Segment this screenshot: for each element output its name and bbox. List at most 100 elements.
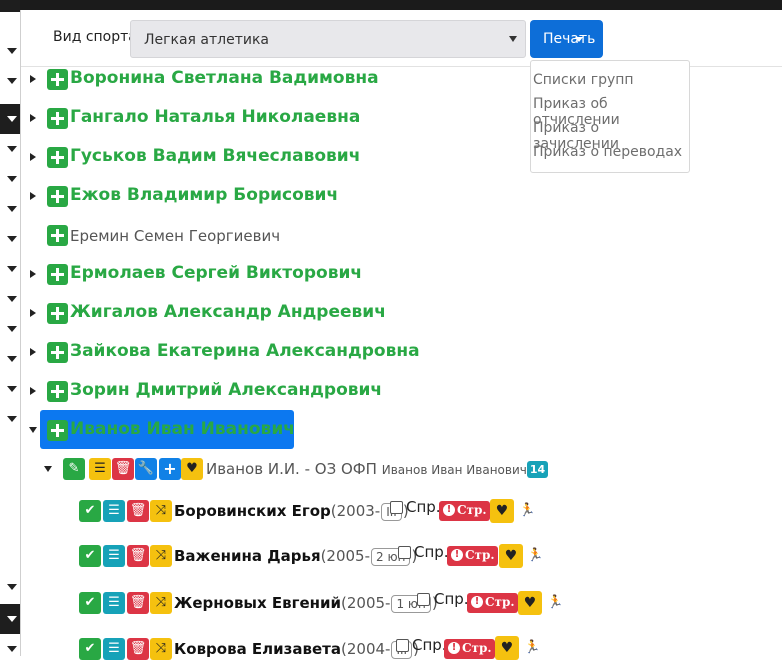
- rail-chevron-icon[interactable]: [7, 356, 17, 362]
- sport-select[interactable]: Легкая атлетика: [130, 20, 526, 58]
- strahovka-badge[interactable]: ! Стр.: [467, 593, 518, 613]
- runner-icon[interactable]: 🏃: [547, 595, 563, 610]
- rail-chevron-icon[interactable]: [7, 48, 17, 54]
- health-button[interactable]: ♥: [181, 458, 203, 480]
- person-name[interactable]: Еремин Семен Георгиевич: [70, 227, 280, 245]
- student-name[interactable]: Жерновых Евгений: [174, 594, 341, 612]
- caret-right-icon[interactable]: [30, 114, 36, 122]
- spr-checkbox[interactable]: [390, 501, 403, 514]
- transfer-button[interactable]: ⤨: [150, 638, 172, 660]
- rail-chevron-icon[interactable]: [7, 18, 17, 24]
- rail-chevron-icon[interactable]: [7, 266, 17, 272]
- person-name[interactable]: Иванов Иван Иванович: [70, 419, 295, 439]
- list-button[interactable]: ☰: [103, 545, 125, 567]
- spr-checkbox[interactable]: [417, 593, 430, 606]
- delete-button[interactable]: 🗑: [127, 638, 149, 660]
- menu-item-group-lists[interactable]: Списки групп: [533, 72, 634, 88]
- delete-button[interactable]: 🗑: [127, 545, 149, 567]
- rail-chevron-icon[interactable]: [7, 116, 17, 122]
- strahovka-badge[interactable]: ! Стр.: [439, 501, 490, 521]
- person-name[interactable]: Гангало Наталья Николаевна: [70, 107, 360, 127]
- spr-checkbox[interactable]: [398, 546, 411, 559]
- add-icon[interactable]: [47, 69, 68, 90]
- strahovka-badge[interactable]: ! Стр.: [444, 639, 495, 659]
- rail-chevron-icon[interactable]: [7, 416, 17, 422]
- menu-item-transfer-order[interactable]: Приказ о переводах: [533, 144, 682, 160]
- caret-right-icon[interactable]: [30, 348, 36, 356]
- plus-icon: +: [163, 459, 177, 478]
- rail-chevron-icon[interactable]: [7, 326, 17, 332]
- add-icon[interactable]: [47, 342, 68, 363]
- edit-icon: ✎: [68, 461, 80, 476]
- rail-chevron-icon[interactable]: [7, 78, 17, 84]
- spr-checkbox[interactable]: [396, 639, 409, 652]
- list-button[interactable]: ☰: [103, 638, 125, 660]
- caret-right-icon[interactable]: [30, 153, 36, 161]
- add-icon[interactable]: [47, 108, 68, 129]
- add-student-button[interactable]: +: [159, 458, 181, 480]
- caret-right-icon[interactable]: [30, 192, 36, 200]
- warning-icon: !: [451, 549, 463, 561]
- settings-button[interactable]: 🔧: [135, 458, 157, 480]
- rail-chevron-icon[interactable]: [7, 296, 17, 302]
- trash-icon: 🗑: [129, 641, 147, 656]
- spr-label: Спр.: [406, 498, 441, 516]
- strahovka-label: Стр.: [462, 641, 492, 655]
- strahovka-badge[interactable]: ! Стр.: [447, 546, 498, 566]
- delete-button[interactable]: 🗑: [127, 592, 149, 614]
- health-button[interactable]: ♥: [495, 636, 519, 660]
- transfer-button[interactable]: ⤨: [150, 500, 172, 522]
- caret-right-icon[interactable]: [30, 309, 36, 317]
- rail-chevron-icon[interactable]: [7, 386, 17, 392]
- caret-right-icon[interactable]: [30, 387, 36, 395]
- add-icon[interactable]: [47, 186, 68, 207]
- list-button[interactable]: ☰: [89, 458, 111, 480]
- runner-icon[interactable]: 🏃: [524, 640, 540, 655]
- health-button[interactable]: ♥: [490, 499, 514, 523]
- student-name[interactable]: Боровинских Егор: [174, 502, 331, 520]
- check-button[interactable]: ✔: [79, 500, 101, 522]
- rail-chevron-icon[interactable]: [7, 206, 17, 212]
- strahovka-label: Стр.: [457, 503, 487, 517]
- delete-button[interactable]: 🗑: [127, 500, 149, 522]
- add-icon[interactable]: [47, 264, 68, 285]
- list-button[interactable]: ☰: [103, 592, 125, 614]
- health-button[interactable]: ♥: [499, 544, 523, 568]
- caret-right-icon[interactable]: [30, 75, 36, 83]
- student-name[interactable]: Важенина Дарья: [174, 547, 321, 565]
- delete-button[interactable]: 🗑: [112, 458, 134, 480]
- check-button[interactable]: ✔: [79, 638, 101, 660]
- person-name[interactable]: Зорин Дмитрий Александрович: [70, 380, 382, 400]
- runner-icon[interactable]: 🏃: [527, 548, 543, 563]
- caret-right-icon[interactable]: [30, 270, 36, 278]
- rail-chevron-icon[interactable]: [7, 146, 17, 152]
- list-button[interactable]: ☰: [103, 500, 125, 522]
- rail-chevron-icon[interactable]: [7, 616, 17, 622]
- person-name[interactable]: Жигалов Александр Андреевич: [70, 302, 386, 322]
- check-button[interactable]: ✔: [79, 592, 101, 614]
- transfer-button[interactable]: ⤨: [150, 592, 172, 614]
- print-button[interactable]: Печать: [530, 20, 603, 58]
- person-name[interactable]: Гуськов Вадим Вячеславович: [70, 146, 360, 166]
- rail-chevron-icon[interactable]: [7, 584, 17, 590]
- add-icon[interactable]: [47, 381, 68, 402]
- transfer-button[interactable]: ⤨: [150, 545, 172, 567]
- student-name[interactable]: Коврова Елизавета: [174, 640, 341, 658]
- person-name[interactable]: Ермолаев Сергей Викторович: [70, 263, 362, 283]
- person-name[interactable]: Ежов Владимир Борисович: [70, 185, 338, 205]
- edit-button[interactable]: ✎: [63, 458, 85, 480]
- rail-chevron-icon[interactable]: [7, 236, 17, 242]
- caret-down-icon[interactable]: [44, 466, 52, 472]
- person-name[interactable]: Воронина Светлана Вадимовна: [70, 68, 379, 88]
- caret-down-icon[interactable]: [29, 427, 37, 433]
- rail-chevron-icon[interactable]: [7, 176, 17, 182]
- check-button[interactable]: ✔: [79, 545, 101, 567]
- rail-chevron-icon[interactable]: [7, 646, 17, 652]
- add-icon[interactable]: [47, 147, 68, 168]
- runner-icon[interactable]: 🏃: [519, 503, 535, 518]
- add-icon[interactable]: [47, 225, 68, 246]
- add-icon[interactable]: [47, 420, 68, 441]
- add-icon[interactable]: [47, 303, 68, 324]
- person-name[interactable]: Зайкова Екатерина Александровна: [70, 341, 420, 361]
- health-button[interactable]: ♥: [518, 591, 542, 615]
